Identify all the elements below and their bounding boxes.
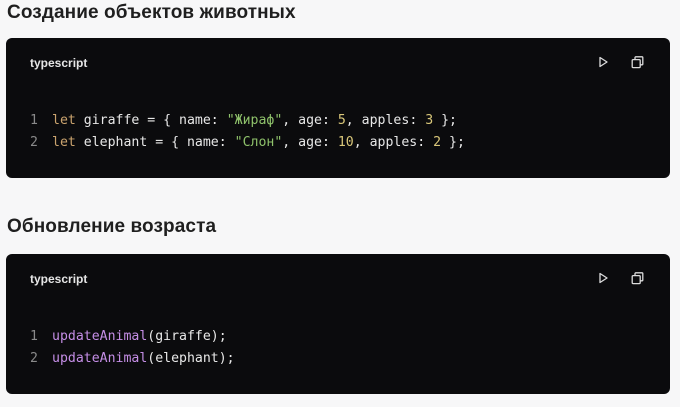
- code-token: 10: [337, 135, 354, 150]
- run-button[interactable]: [596, 55, 610, 69]
- code-token: let: [52, 135, 76, 150]
- code-token: updateAnimal: [52, 351, 148, 366]
- code-token: (giraffe);: [147, 329, 227, 344]
- code-token: (elephant);: [147, 351, 235, 366]
- code-token: let: [52, 113, 76, 128]
- code-token: 5: [337, 113, 346, 128]
- play-icon: [599, 272, 608, 284]
- code-token: "Слон": [234, 135, 283, 150]
- code-block-actions: [596, 55, 644, 69]
- code-block-actions: [596, 271, 644, 285]
- code-lines: 1 let giraffe = { name: "Жираф", age: 5, …: [30, 110, 465, 154]
- code-line: 1 let giraffe = { name: "Жираф", age: 5, …: [30, 110, 465, 132]
- line-number: 1: [30, 113, 38, 128]
- code-lines: 1 updateAnimal(giraffe); 2 updateAnimal(ele…: [30, 326, 235, 370]
- code-token: , apples:: [353, 135, 434, 150]
- code-token: , age:: [282, 113, 338, 128]
- line-number: 2: [30, 351, 38, 366]
- code-line: 2 updateAnimal(elephant);: [30, 348, 235, 370]
- code-token: elephant = { name:: [75, 135, 235, 150]
- code-line: 2 let elephant = { name: "Слон", age: 10,…: [30, 132, 465, 154]
- line-number: 1: [30, 329, 38, 344]
- code-block-update-age: typescript 1 updateAnimal(giraffe); 2 updat…: [6, 254, 670, 394]
- code-block-create-objects: typescript 1 let giraffe = { name: "Жираф…: [6, 38, 670, 178]
- run-button[interactable]: [596, 271, 610, 285]
- code-token: , age:: [282, 135, 338, 150]
- code-token: };: [441, 135, 465, 150]
- play-icon: [599, 56, 608, 68]
- line-number: 2: [30, 135, 38, 150]
- copy-button[interactable]: [630, 271, 644, 285]
- code-line: 1 updateAnimal(giraffe);: [30, 326, 235, 348]
- copy-button[interactable]: [630, 55, 644, 69]
- code-language-label: typescript: [30, 272, 88, 286]
- code-token: updateAnimal: [52, 329, 148, 344]
- code-token: giraffe = { name:: [75, 113, 227, 128]
- code-language-label: typescript: [30, 56, 88, 70]
- code-token: 2: [433, 135, 442, 150]
- section-title-create-objects: Создание объектов животных: [7, 2, 296, 23]
- section-title-update-age: Обновление возраста: [7, 216, 217, 237]
- code-token: 3: [425, 113, 434, 128]
- copy-icon: [631, 55, 643, 68]
- code-token: "Жираф": [226, 113, 283, 128]
- code-token: };: [433, 113, 457, 128]
- copy-icon: [631, 271, 643, 284]
- code-token: , apples:: [345, 113, 426, 128]
